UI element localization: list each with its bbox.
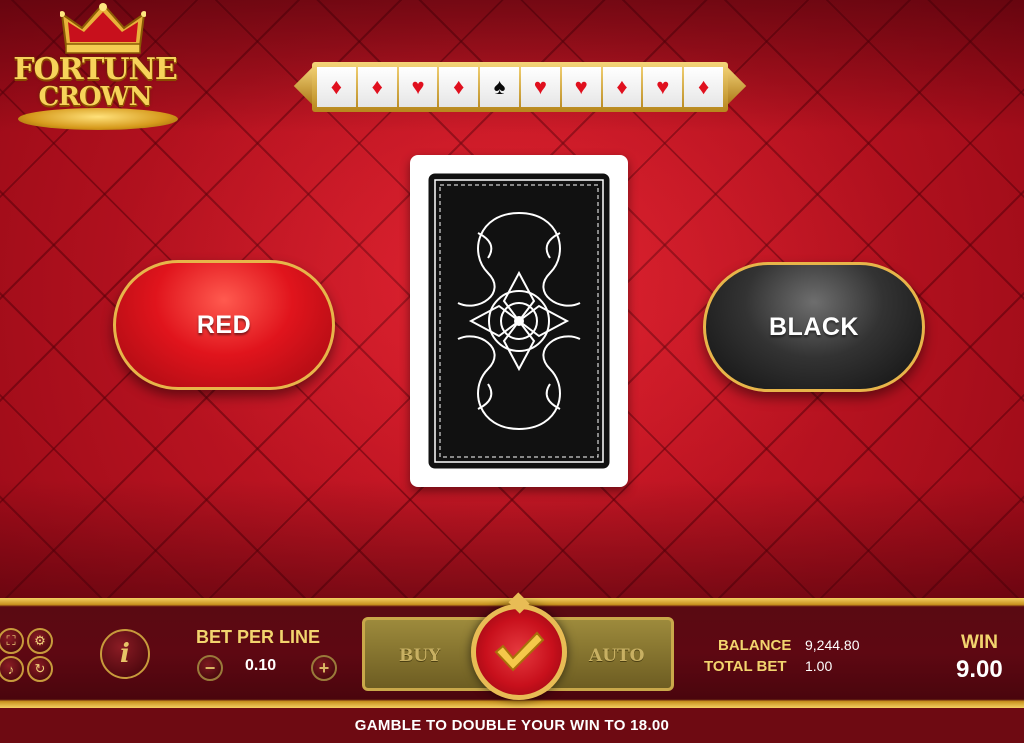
win-label: WIN xyxy=(961,632,998,653)
history-card: ♦ xyxy=(684,67,723,107)
history-card: ♦ xyxy=(602,67,642,107)
face-down-card xyxy=(410,155,628,487)
history-icon[interactable]: ↻ xyxy=(27,656,53,682)
collect-button-ring xyxy=(471,604,567,700)
red-button[interactable]: RED xyxy=(113,260,335,390)
footer-message: GAMBLE TO DOUBLE YOUR WIN TO 18.00 xyxy=(0,708,1024,743)
history-frame: ♦ ♦ ♥ ♦ ♠ ♥ ♥ ♦ ♥ ♦ xyxy=(312,62,728,112)
checkmark-icon xyxy=(494,631,545,672)
history-card: ♥ xyxy=(643,67,683,107)
total-bet-label: TOTAL BET xyxy=(704,658,787,675)
info-button[interactable]: i xyxy=(100,629,150,679)
black-button[interactable]: BLACK xyxy=(703,262,925,392)
history-card: ♠ xyxy=(480,67,519,107)
bet-decrease-button[interactable]: − xyxy=(197,655,223,681)
balance-label: BALANCE xyxy=(718,637,792,654)
history-card: ♦ xyxy=(357,67,397,107)
total-bet-value: 1.00 xyxy=(805,658,833,674)
bet-per-line-value: 0.10 xyxy=(245,657,277,674)
collect-button[interactable] xyxy=(469,592,569,704)
history-card: ♦ xyxy=(317,67,356,107)
bet-increase-button[interactable]: + xyxy=(311,655,337,681)
game-logo: FORTUNE CROWN xyxy=(10,0,180,135)
win-value: 9.00 xyxy=(956,656,1003,683)
buy-button[interactable]: BUY xyxy=(399,646,440,666)
bet-per-line-label: BET PER LINE xyxy=(196,627,321,647)
card-history-strip: ♦ ♦ ♥ ♦ ♠ ♥ ♥ ♦ ♥ ♦ xyxy=(293,62,747,112)
auto-button[interactable]: AUTO xyxy=(589,646,644,666)
card-back-pattern xyxy=(428,173,610,469)
history-card: ♥ xyxy=(561,67,601,107)
crown-icon xyxy=(60,2,146,54)
balance-value: 9,244.80 xyxy=(805,637,860,653)
history-card: ♦ xyxy=(439,67,479,107)
history-card: ♥ xyxy=(520,67,560,107)
gold-coins xyxy=(18,108,178,130)
settings-icon[interactable]: ⚙ xyxy=(27,628,53,654)
history-card: ♥ xyxy=(398,67,438,107)
